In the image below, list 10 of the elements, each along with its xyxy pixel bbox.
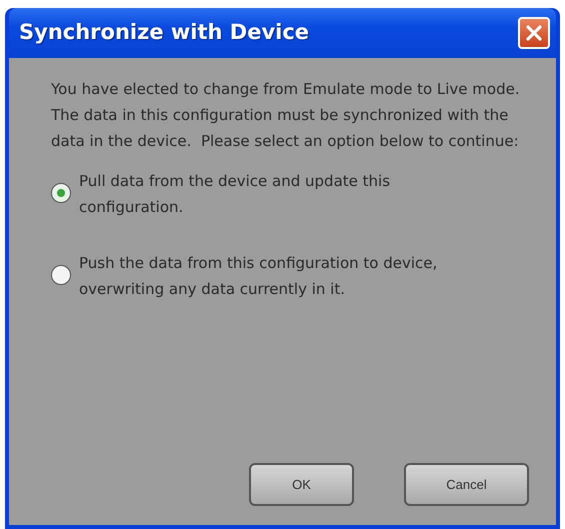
- ok-button[interactable]: OK: [249, 463, 354, 506]
- radio-button[interactable]: [51, 183, 71, 203]
- option-label: Push the data from this configuration to device, overwriting any data currently in it.: [79, 253, 438, 300]
- close-button[interactable]: [518, 17, 550, 49]
- option-label: Pull data from the device and update this configuration.: [79, 171, 392, 218]
- window-title: Synchronize with Device: [19, 19, 310, 46]
- radio-button[interactable]: [51, 265, 71, 285]
- message-text: You have elected to change from Emulate mode to Live mode. The data in this configuration must be synchronized with the data in the device. Please select an option below to continue:: [51, 79, 521, 152]
- close-icon: [524, 23, 544, 43]
- cancel-button[interactable]: Cancel: [404, 463, 529, 506]
